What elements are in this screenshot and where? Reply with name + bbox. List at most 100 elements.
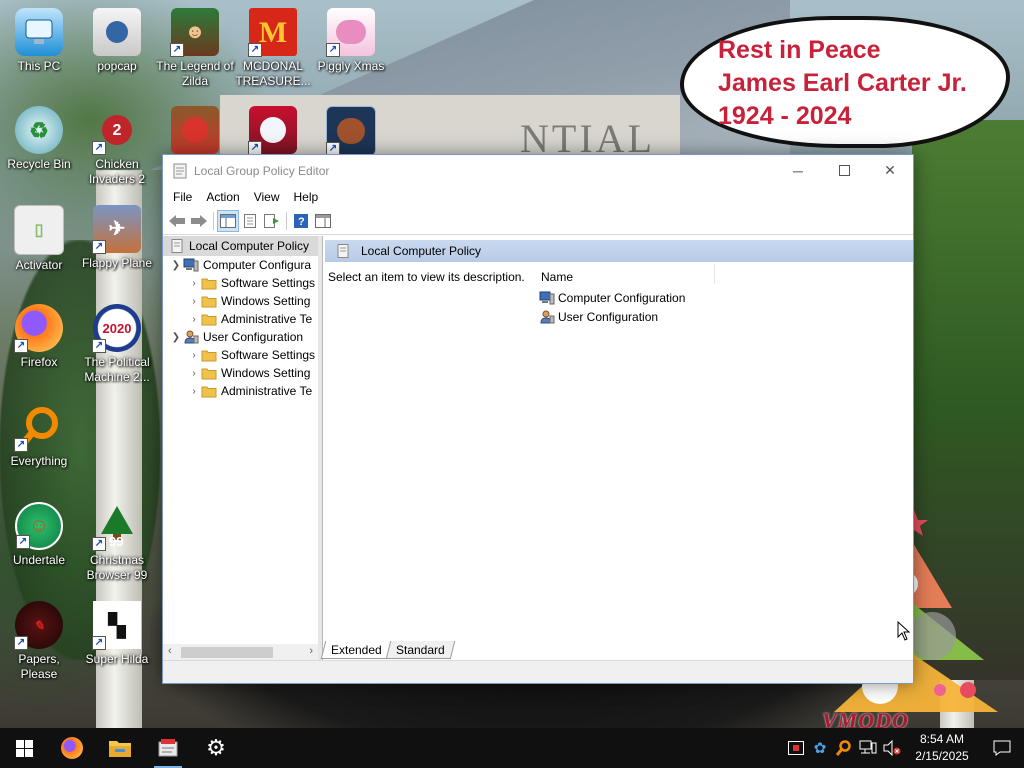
pixel-dog-icon: ▚ ↗ bbox=[92, 601, 141, 650]
tree-item-computer-configuration[interactable]: ❯ Computer Configura bbox=[163, 256, 318, 274]
notification-icon bbox=[993, 740, 1011, 756]
taskbar-group-policy-editor[interactable] bbox=[144, 728, 192, 768]
content-panes: Local Computer Policy ❯ Computer Configu… bbox=[163, 236, 913, 661]
desktop-icon-label: MCDONAL TREASURE... bbox=[235, 59, 311, 88]
windows-logo-icon bbox=[15, 739, 33, 757]
tab-standard[interactable]: Standard bbox=[385, 641, 455, 659]
desktop-icon-label: Piggly Xmas bbox=[317, 59, 385, 73]
expand-chevron-icon[interactable]: › bbox=[187, 350, 201, 361]
minimize-button[interactable]: ─ bbox=[775, 155, 821, 186]
desktop-icon-undertale[interactable]: ☺ ↗ Undertale bbox=[0, 496, 78, 588]
tree-item-label: Local Computer Policy bbox=[189, 239, 310, 253]
maximize-icon bbox=[838, 165, 850, 176]
shortcut-arrow-icon: ↗ bbox=[170, 43, 184, 57]
back-button[interactable] bbox=[166, 210, 188, 232]
desktop-icon-firefox[interactable]: ↗ Firefox bbox=[0, 298, 78, 390]
tree-item-windows-settings[interactable]: › Windows Setting bbox=[163, 364, 318, 382]
back-arrow-icon bbox=[169, 215, 185, 227]
desktop-icon-label: Undertale bbox=[12, 553, 66, 567]
policy-document-icon bbox=[171, 239, 183, 253]
desktop-icon-piggly-xmas[interactable]: ↗ Piggly Xmas bbox=[312, 2, 390, 94]
desktop-icon-chicken-invaders[interactable]: 2 ↗ Chicken Invaders 2 bbox=[78, 100, 156, 192]
list-item-computer-configuration[interactable]: Computer Configuration bbox=[539, 289, 685, 307]
menu-action[interactable]: Action bbox=[199, 190, 246, 204]
desktop-icon-legend-of-zilda[interactable]: ☻ ↗ The Legend of Zilda bbox=[156, 2, 234, 94]
tree-item-administrative-templates[interactable]: › Administrative Te bbox=[163, 382, 318, 400]
tree-item-administrative-templates[interactable]: › Administrative Te bbox=[163, 310, 318, 328]
desktop-icon-label: Recycle Bin bbox=[7, 157, 71, 171]
close-button[interactable]: ✕ bbox=[867, 155, 913, 186]
tray-colorful-app-icon[interactable]: ✿ bbox=[808, 728, 832, 768]
desktop-icon-recycle-bin[interactable]: ♻ Recycle Bin bbox=[0, 100, 78, 192]
desktop-icon-everything[interactable]: ↗ Everything bbox=[0, 397, 78, 489]
tree-item-software-settings[interactable]: › Software Settings bbox=[163, 346, 318, 364]
tree-item-software-settings[interactable]: › Software Settings bbox=[163, 274, 318, 292]
tree-horizontal-scrollbar[interactable]: ‹ › bbox=[163, 644, 318, 661]
menu-file[interactable]: File bbox=[166, 190, 199, 204]
desktop-icon-super-hilda[interactable]: ▚ ↗ Super Hilda bbox=[78, 595, 156, 687]
tree-item-local-computer-policy[interactable]: Local Computer Policy bbox=[163, 236, 318, 256]
taskbar-firefox[interactable] bbox=[48, 728, 96, 768]
desktop-icon-political-machine[interactable]: 2020 ↗ The Political Machine 2... bbox=[78, 298, 156, 390]
expand-chevron-icon[interactable]: › bbox=[187, 314, 201, 325]
details-header: Local Computer Policy bbox=[325, 240, 913, 262]
firefox-icon: ↗ bbox=[14, 304, 63, 353]
scroll-right-icon[interactable]: › bbox=[309, 645, 313, 657]
menu-help[interactable]: Help bbox=[287, 190, 326, 204]
expand-chevron-icon[interactable]: › bbox=[187, 278, 201, 289]
scrollbar-thumb[interactable] bbox=[181, 647, 273, 658]
forward-button[interactable] bbox=[188, 210, 210, 232]
status-bar bbox=[163, 660, 913, 683]
undertale-icon: ☺ ↗ bbox=[15, 502, 63, 550]
mouse-cursor-icon bbox=[897, 621, 911, 641]
desktop-icon-label: Papers, Please bbox=[18, 652, 60, 681]
expand-chevron-icon[interactable]: › bbox=[187, 296, 201, 307]
folder-icon bbox=[201, 386, 217, 398]
tray-security-icon[interactable] bbox=[784, 728, 808, 768]
show-hide-console-tree-button[interactable] bbox=[217, 210, 239, 232]
start-button[interactable] bbox=[0, 728, 48, 768]
list-item-label: Computer Configuration bbox=[558, 291, 686, 305]
tray-volume-muted-icon[interactable] bbox=[880, 728, 904, 768]
menu-view[interactable]: View bbox=[247, 190, 287, 204]
properties-button[interactable] bbox=[239, 210, 261, 232]
desktop-icon-papers-please[interactable]: ✎ ↗ Papers, Please bbox=[0, 595, 78, 687]
tray-network-icon[interactable] bbox=[856, 728, 880, 768]
memorial-line-2: James Earl Carter Jr. bbox=[718, 69, 967, 97]
desktop-icon-label: The Political Machine 2... bbox=[84, 355, 150, 384]
magnifier-icon: ↗ bbox=[14, 403, 63, 452]
list-item-user-configuration[interactable]: User Configuration bbox=[539, 308, 658, 326]
folder-icon bbox=[201, 296, 217, 308]
collapse-chevron-icon[interactable]: ❯ bbox=[169, 332, 183, 343]
help-button[interactable]: ? bbox=[290, 210, 312, 232]
desktop-icon-label: Christmas Browser 99 bbox=[86, 553, 148, 582]
expand-chevron-icon[interactable]: › bbox=[187, 368, 201, 379]
taskbar-settings[interactable]: ⚙ bbox=[192, 728, 240, 768]
maximize-button[interactable] bbox=[821, 155, 867, 186]
desktop-icon-flappy-plane[interactable]: ✈ ↗ Flappy Plane bbox=[78, 199, 156, 291]
show-hide-action-pane-button[interactable] bbox=[312, 210, 334, 232]
collapse-chevron-icon[interactable]: ❯ bbox=[169, 260, 183, 271]
shortcut-arrow-icon: ↗ bbox=[92, 339, 106, 353]
expand-chevron-icon[interactable]: › bbox=[187, 386, 201, 397]
scroll-left-icon[interactable]: ‹ bbox=[168, 645, 172, 657]
export-list-button[interactable] bbox=[261, 210, 283, 232]
desktop-icon-popcap[interactable]: popcap bbox=[78, 2, 156, 94]
console-tree[interactable]: Local Computer Policy ❯ Computer Configu… bbox=[163, 236, 322, 661]
tree-item-user-configuration[interactable]: ❯ User Configuration bbox=[163, 328, 318, 346]
column-header-name[interactable]: Name bbox=[539, 264, 715, 284]
action-center-button[interactable] bbox=[980, 728, 1024, 768]
tray-everything-icon[interactable] bbox=[832, 728, 856, 768]
desktop-icon-label: Chicken Invaders 2 bbox=[88, 157, 146, 186]
desktop-icon-this-pc[interactable]: This PC bbox=[0, 2, 78, 94]
taskbar-clock[interactable]: 8:54 AM 2/15/2025 bbox=[904, 731, 980, 765]
title-bar[interactable]: Local Group Policy Editor ─ ✕ bbox=[163, 155, 913, 186]
desktop-icon-mcdonald-treasure[interactable]: M ↗ MCDONAL TREASURE... bbox=[234, 2, 312, 94]
folder-icon bbox=[201, 368, 217, 380]
desktop-icon-christmas-browser[interactable]: 99 ↗ Christmas Browser 99 bbox=[78, 496, 156, 588]
gear-icon: ⚙ bbox=[206, 735, 226, 760]
taskbar-file-explorer[interactable] bbox=[96, 728, 144, 768]
tree-item-windows-settings[interactable]: › Windows Setting bbox=[163, 292, 318, 310]
tab-extended[interactable]: Extended bbox=[320, 641, 392, 659]
desktop-icon-activator[interactable]: ▯ Activator bbox=[0, 199, 78, 291]
